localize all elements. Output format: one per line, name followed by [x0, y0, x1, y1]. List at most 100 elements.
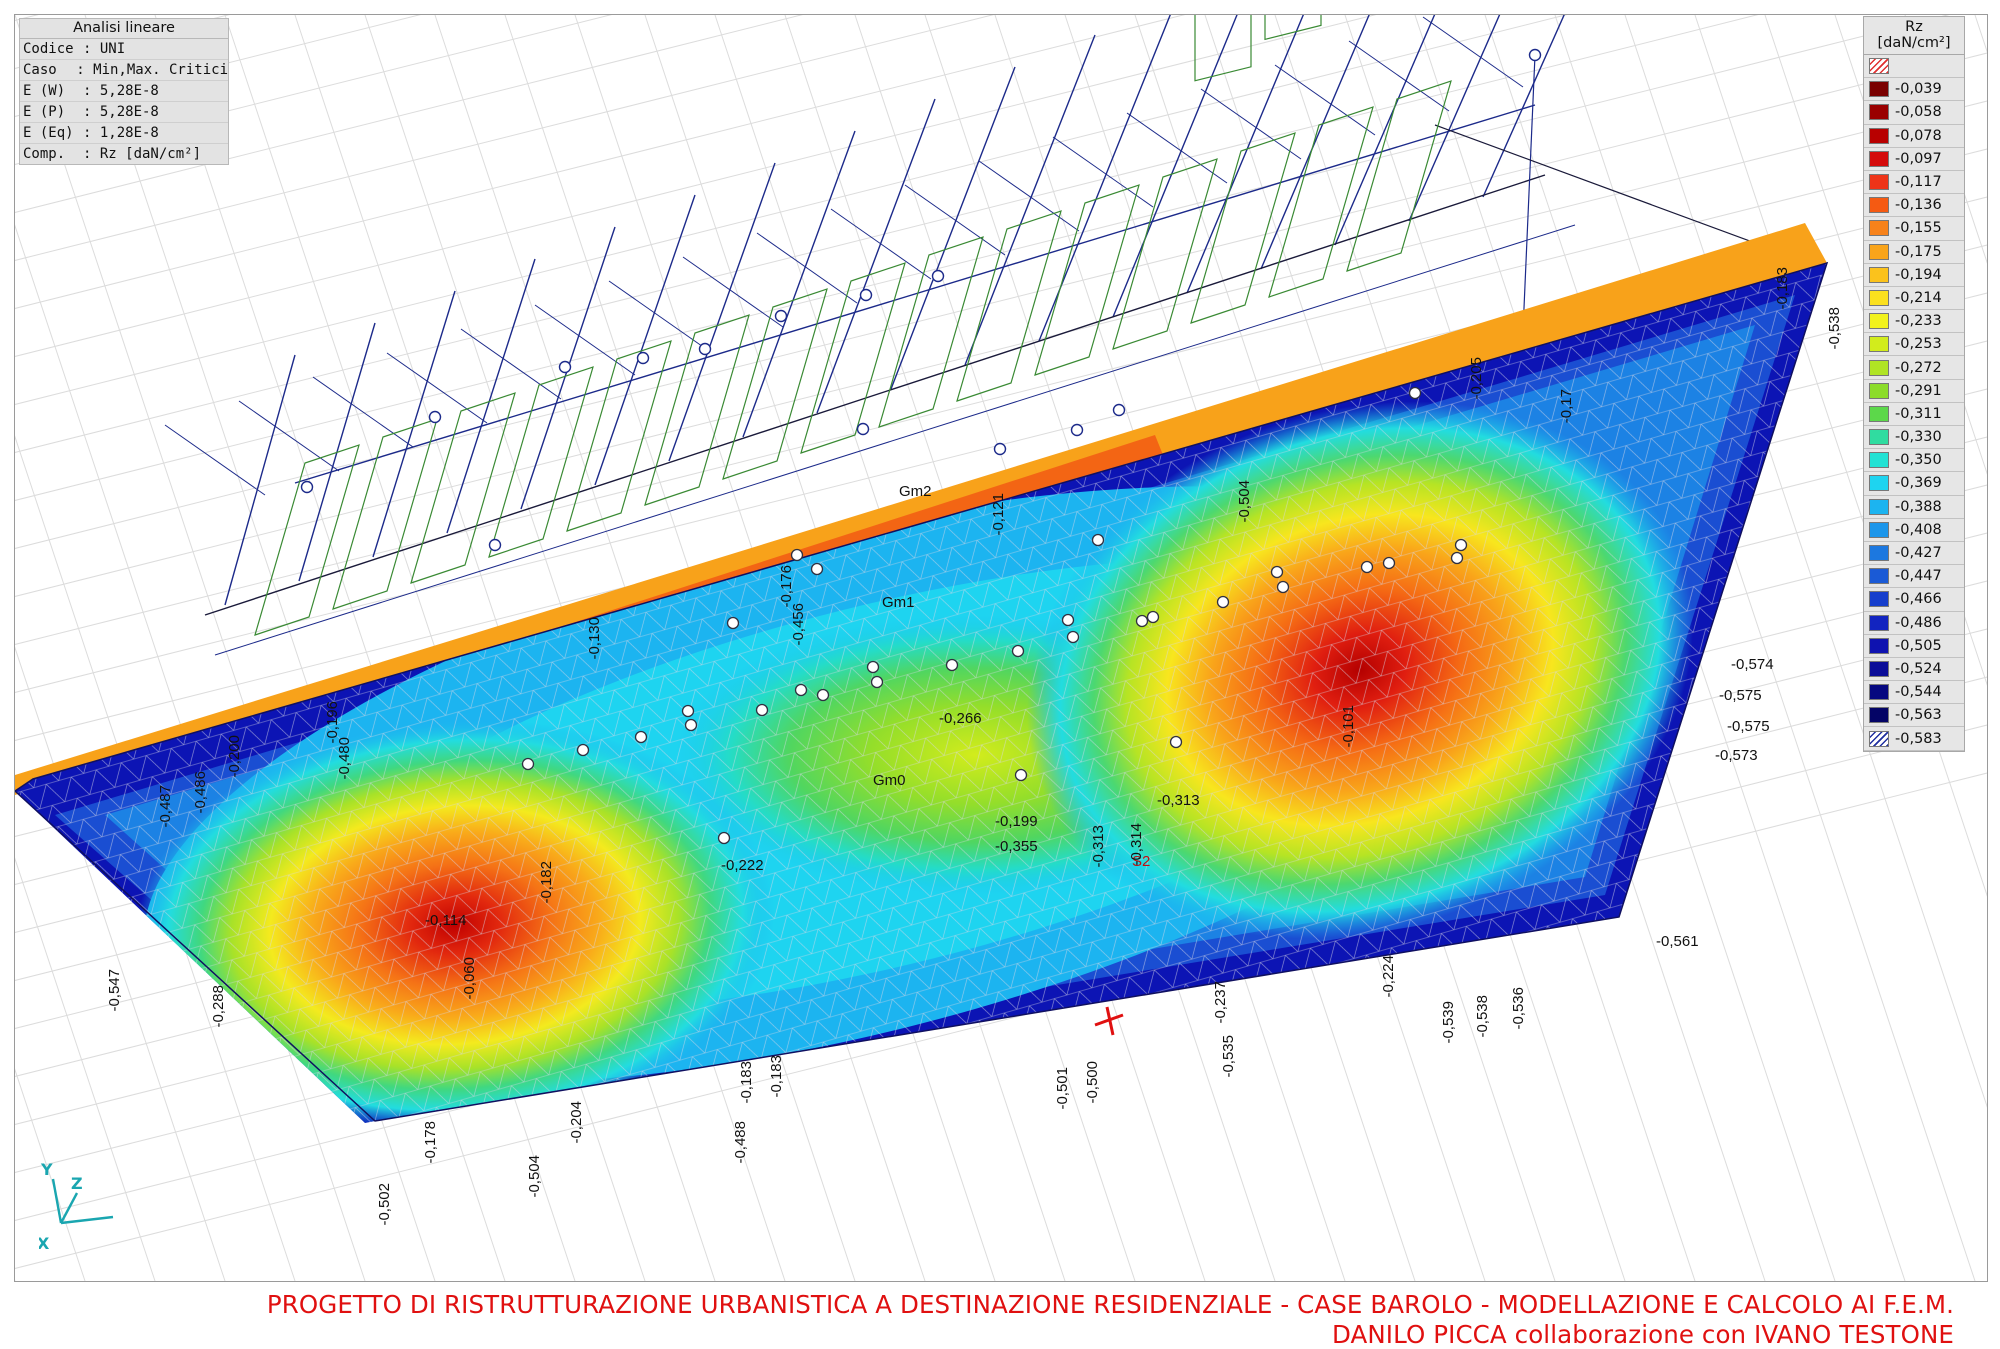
legend-label: -0,291 [1895, 382, 1942, 399]
legend-label: -0,350 [1895, 452, 1942, 469]
slab-node [1360, 560, 1374, 574]
value-label-vertical: -0,486 [192, 771, 209, 814]
legend-item: -0,097 [1864, 148, 1964, 171]
slab-node [810, 562, 824, 576]
value-label-vertical: -0,538 [1826, 307, 1843, 350]
legend-swatch [1869, 266, 1889, 283]
legend-item: -0,058 [1864, 101, 1964, 125]
value-label-vertical: -0,224 [1380, 955, 1397, 998]
axis-label-y: Y [40, 1160, 53, 1179]
legend-label: -0,447 [1895, 568, 1942, 585]
slab-node [1169, 735, 1183, 749]
fem-model-scene[interactable]: Gm2Gm1Gm0S2-0,266-0,199-0,355-0,313-0,22… [15, 15, 1987, 1281]
legend-item: -0,544 [1864, 681, 1964, 705]
value-label-vertical: -0,183 [1774, 267, 1791, 310]
value-label-vertical: -0,204 [568, 1101, 585, 1144]
slab-node [870, 675, 884, 689]
legend-swatch [1869, 637, 1889, 654]
legend-label: -0,583 [1895, 730, 1942, 747]
stress-contour-slab [15, 263, 1827, 1123]
info-row-codice: Codice: UNI [20, 39, 228, 60]
legend-swatch [1869, 614, 1889, 631]
info-panel-title: Analisi lineare [20, 19, 228, 39]
value-label-vertical: -0,488 [732, 1121, 749, 1164]
legend-swatch [1869, 498, 1889, 515]
legend-title: Rz [1905, 19, 1923, 35]
slab-node [1066, 630, 1080, 644]
legend-swatch [1869, 382, 1889, 399]
value-label: -0,355 [995, 838, 1038, 855]
slab-node [717, 831, 731, 845]
info-row-ep: E (P): 5,28E-8 [20, 102, 228, 123]
value-label: -0,575 [1719, 687, 1762, 704]
value-label-vertical: -0,501 [1054, 1067, 1071, 1110]
slab-node [681, 704, 695, 718]
legend-swatch [1869, 405, 1889, 422]
value-label-vertical: -0,504 [1236, 480, 1253, 523]
legend-item: -0,291 [1864, 380, 1964, 403]
value-label-vertical: -0,130 [586, 617, 603, 660]
value-label-vertical: -0,500 [1084, 1061, 1101, 1104]
value-label: -0,573 [1715, 747, 1758, 764]
legend-label: -0,388 [1895, 498, 1942, 515]
legend-swatch [1869, 660, 1889, 677]
legend-swatch [1869, 730, 1889, 747]
legend-swatch [1869, 220, 1889, 237]
axis-label-z: Z [71, 1174, 83, 1193]
legend-item: -0,408 [1864, 519, 1964, 542]
axis-triad: Y Z X [39, 1160, 114, 1251]
slab-node [1216, 595, 1230, 609]
legend-unit: [daN/cm²] [1864, 35, 1964, 55]
model-viewport[interactable]: Gm2 Gm1 Gm0 S2 -0,266 -0,199 -0,355 -0,313 -0,22… [14, 14, 1988, 1282]
legend-swatch [1869, 243, 1889, 260]
legend-items: -0,039 -0,058 -0,078 -0,097 -0,117 -0,136 -0,1… [1864, 55, 1964, 751]
legend-swatch [1869, 127, 1889, 144]
value-label-vertical: -0,487 [157, 785, 174, 828]
value-label-vertical: -0,535 [1220, 1035, 1237, 1078]
slab-node [1061, 613, 1075, 627]
legend-swatch [1869, 174, 1889, 191]
value-label-vertical: -0,547 [106, 969, 123, 1012]
legend-label: -0,272 [1895, 359, 1942, 376]
legend-swatch [1869, 336, 1889, 353]
color-legend: Rz [daN/cm²] -0,039 -0,058 -0,078 -0,097 -0,… [1863, 16, 1965, 752]
value-label: -0,575 [1727, 718, 1770, 735]
value-label-vertical: -0,182 [538, 861, 555, 904]
legend-item: -0,039 [1864, 78, 1964, 102]
value-label: -0,574 [1731, 656, 1774, 673]
legend-swatch [1869, 197, 1889, 214]
legend-swatch [1869, 452, 1889, 469]
slab-node [1091, 533, 1105, 547]
footer-project-title: PROGETTO DI RISTRUTTURAZIONE URBANISTICA… [266, 1290, 1954, 1319]
value-label-vertical: -0,288 [210, 985, 227, 1028]
element-tag: Gm0 [873, 772, 906, 789]
legend-item: -0,486 [1864, 612, 1964, 635]
value-label-vertical: -0,313 [1090, 825, 1107, 868]
slab-node [1146, 610, 1160, 624]
value-label-vertical: -0,060 [461, 957, 478, 1000]
slab-node [866, 660, 880, 674]
value-label-vertical: -0,502 [376, 1183, 393, 1226]
legend-item: -0,330 [1864, 426, 1964, 450]
legend-swatch [1869, 58, 1889, 75]
analysis-info-panel: Analisi lineare Codice: UNI Caso: Min,Ma… [19, 18, 229, 165]
value-label-vertical: -0,504 [526, 1155, 543, 1198]
legend-item: -0,155 [1864, 217, 1964, 241]
legend-label: -0,194 [1895, 266, 1942, 283]
legend-item: -0,466 [1864, 588, 1964, 612]
value-label-vertical: -0,178 [422, 1121, 439, 1164]
legend-label: -0,039 [1895, 81, 1942, 98]
legend-swatch [1869, 429, 1889, 446]
axis-label-x: X [39, 1234, 50, 1251]
legend-label: -0,505 [1895, 637, 1942, 654]
value-label-vertical: -0,205 [1468, 357, 1485, 400]
legend-label: -0,330 [1895, 429, 1942, 446]
legend-label: -0,214 [1895, 289, 1942, 306]
legend-swatch [1869, 684, 1889, 701]
slab-node [634, 730, 648, 744]
value-label-vertical: -0,200 [226, 735, 243, 778]
legend-item: -0,427 [1864, 542, 1964, 566]
legend-item [1864, 55, 1964, 79]
legend-label: -0,155 [1895, 220, 1942, 237]
value-label: -0,313 [1157, 792, 1200, 809]
